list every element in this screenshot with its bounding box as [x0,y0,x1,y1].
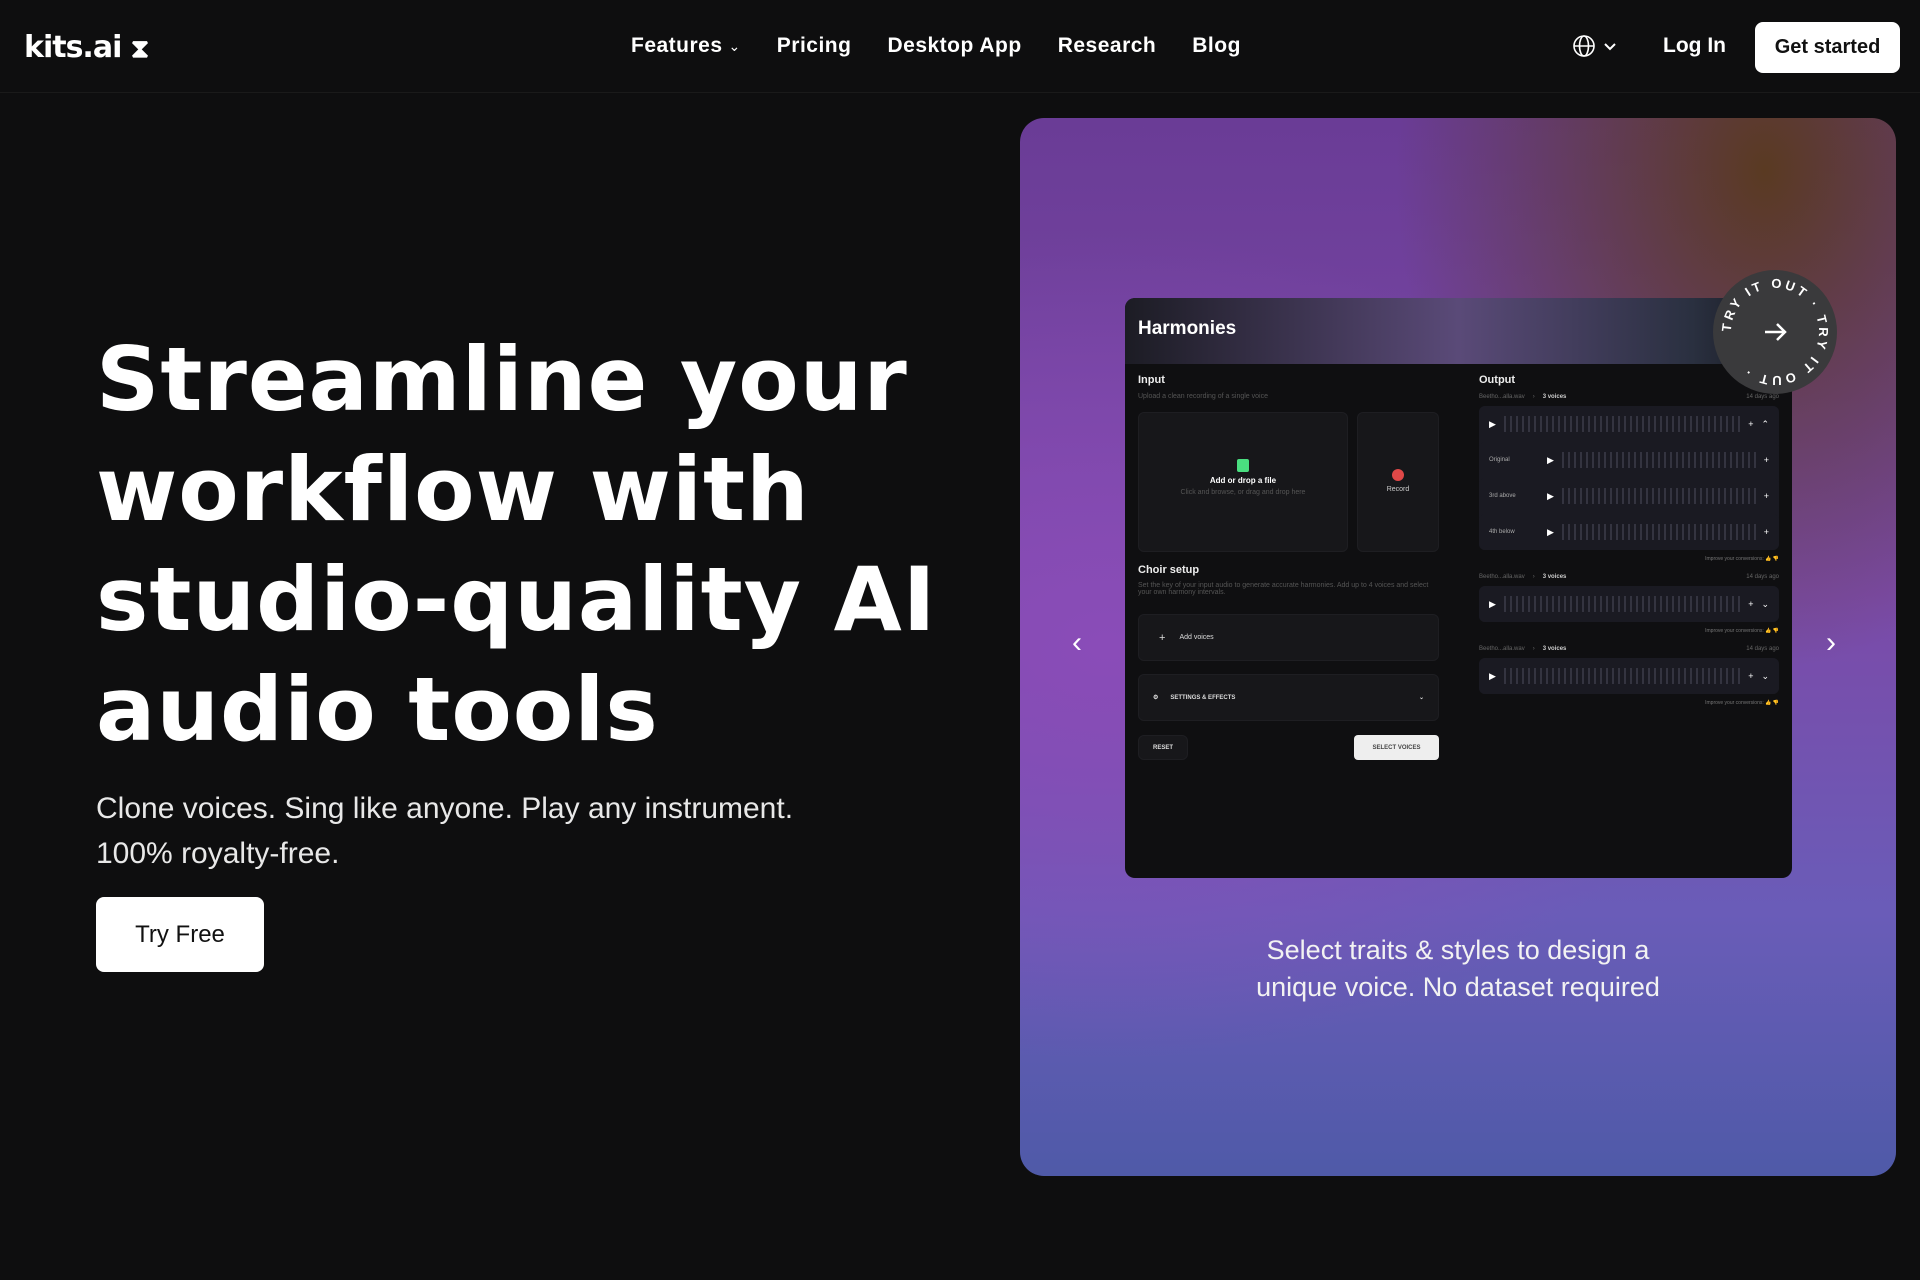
output-filename: Beetho...alla.wav [1479,646,1525,652]
select-voices-button[interactable]: SELECT VOICES [1354,735,1439,760]
chevron-up-icon[interactable]: ⌃ [1761,419,1769,430]
nav-research[interactable]: Research [1058,34,1157,58]
nav-desktop-app[interactable]: Desktop App [887,34,1021,58]
login-link[interactable]: Log In [1663,34,1726,58]
globe-icon [1573,35,1595,57]
harmonies-app-preview: Harmonies Input Upload a clean recording… [1125,298,1792,878]
reset-button[interactable]: RESET [1138,735,1188,760]
choir-label: Choir setup [1138,564,1200,576]
output-voice-count: 3 voices [1542,646,1567,652]
chevron-down-icon: ⌄ [728,37,741,54]
output-time: 14 days ago [1746,394,1779,400]
track-row: 3rd above ▶ + [1479,478,1779,514]
record-button[interactable]: Record [1357,412,1439,552]
output-item: Beetho...alla.wav › 3 voices 14 days ago ▶ +… [1479,394,1779,562]
plus-icon[interactable]: + [1748,419,1753,429]
plus-icon: + [1159,631,1166,644]
logo[interactable]: kits.ai ⧗ [24,30,149,65]
thumbs-up-icon[interactable]: 👍 [1765,628,1771,634]
plus-icon[interactable]: + [1764,527,1769,537]
chevron-down-icon [1604,43,1616,51]
thumbs-down-icon[interactable]: 👎 [1773,628,1779,634]
nav-blog[interactable]: Blog [1192,34,1241,58]
output-filename: Beetho...alla.wav [1479,574,1525,580]
output-filename: Beetho...alla.wav [1479,394,1525,400]
waveform [1503,668,1741,684]
chevron-down-icon: ⌄ [1418,695,1424,701]
app-title: Harmonies [1138,318,1237,339]
settings-effects-toggle[interactable]: ⚙ SETTINGS & EFFECTS ⌄ [1138,674,1439,721]
track-label: 3rd above [1489,493,1516,499]
output-time: 14 days ago [1746,574,1779,580]
plus-icon[interactable]: + [1764,455,1769,465]
waveform [1503,416,1741,432]
play-icon[interactable]: ▶ [1489,419,1496,430]
carousel-next-icon[interactable]: › [1826,626,1836,660]
feedback-label: Improve your conversions: [1705,700,1764,706]
output-time: 14 days ago [1746,646,1779,652]
thumbs-down-icon[interactable]: 👎 [1773,556,1779,562]
nav-features[interactable]: Features ⌄ [631,34,741,58]
nav-links: Features ⌄ Pricing Desktop App Research B… [631,34,1241,58]
hero-subtitle: Clone voices. Sing like anyone. Play any… [96,792,794,870]
plus-icon[interactable]: + [1764,491,1769,501]
play-icon[interactable]: ▶ [1547,455,1554,466]
gear-icon: ⚙ [1153,695,1159,701]
try-free-button[interactable]: Try Free [96,897,264,972]
output-item: Beetho...alla.wav › 3 voices 14 days ago ▶ +… [1479,646,1779,706]
chevron-down-icon[interactable]: ⌄ [1761,671,1769,682]
thumbs-down-icon[interactable]: 👎 [1773,700,1779,706]
top-nav: kits.ai ⧗ Features ⌄ Pricing Desktop App … [0,0,1920,93]
output-voice-count: 3 voices [1542,394,1567,400]
try-it-out-badge[interactable]: TRY IT OUT · TRY IT OUT · [1713,270,1837,394]
hero-title: Streamline your workflow with studio-qua… [96,328,937,761]
track-label: Original [1489,457,1510,463]
add-voices-button[interactable]: + Add voices [1138,614,1439,661]
input-label: Input [1138,374,1165,386]
chevron-down-icon[interactable]: ⌄ [1761,599,1769,610]
upload-file-icon [1237,459,1249,472]
upload-dropzone[interactable]: Add or drop a file Click and browse, or … [1138,412,1348,552]
nav-pricing[interactable]: Pricing [777,34,852,58]
thumbs-up-icon[interactable]: 👍 [1765,700,1771,706]
output-label: Output [1479,374,1516,386]
waveform [1503,596,1741,612]
record-icon [1392,469,1404,481]
output-player: ▶ + ⌄ [1479,586,1779,622]
play-icon[interactable]: ▶ [1547,491,1554,502]
track-row: 4th below ▶ + [1479,514,1779,550]
track-row: Original ▶ + [1479,442,1779,478]
output-item: Beetho...alla.wav › 3 voices 14 days ago ▶ +… [1479,574,1779,634]
language-selector[interactable] [1572,34,1618,58]
waveform [1561,524,1756,540]
waveform [1561,452,1756,468]
output-list: Beetho...alla.wav › 3 voices 14 days ago ▶ +… [1479,394,1779,718]
output-voice-count: 3 voices [1542,574,1567,580]
play-icon[interactable]: ▶ [1489,671,1496,682]
get-started-button[interactable]: Get started [1755,22,1900,73]
showcase-carousel: ‹ › Harmonies Input Upload a clean recor… [1020,118,1896,1176]
feedback-label: Improve your conversions: [1705,556,1764,562]
waveform [1561,488,1756,504]
carousel-caption: Select traits & styles to design a unique… [1256,935,1660,1002]
arrow-right-icon [1765,323,1787,341]
feedback-label: Improve your conversions: [1705,628,1764,634]
output-player: ▶ + ⌄ [1479,658,1779,694]
play-icon[interactable]: ▶ [1547,527,1554,538]
plus-icon[interactable]: + [1748,599,1753,609]
carousel-prev-icon[interactable]: ‹ [1072,626,1082,660]
input-hint: Upload a clean recording of a single voi… [1138,393,1268,400]
track-label: 4th below [1489,529,1515,535]
thumbs-up-icon[interactable]: 👍 [1765,556,1771,562]
play-icon[interactable]: ▶ [1489,599,1496,610]
output-player: ▶ + ⌃ [1479,406,1779,442]
plus-icon[interactable]: + [1748,671,1753,681]
